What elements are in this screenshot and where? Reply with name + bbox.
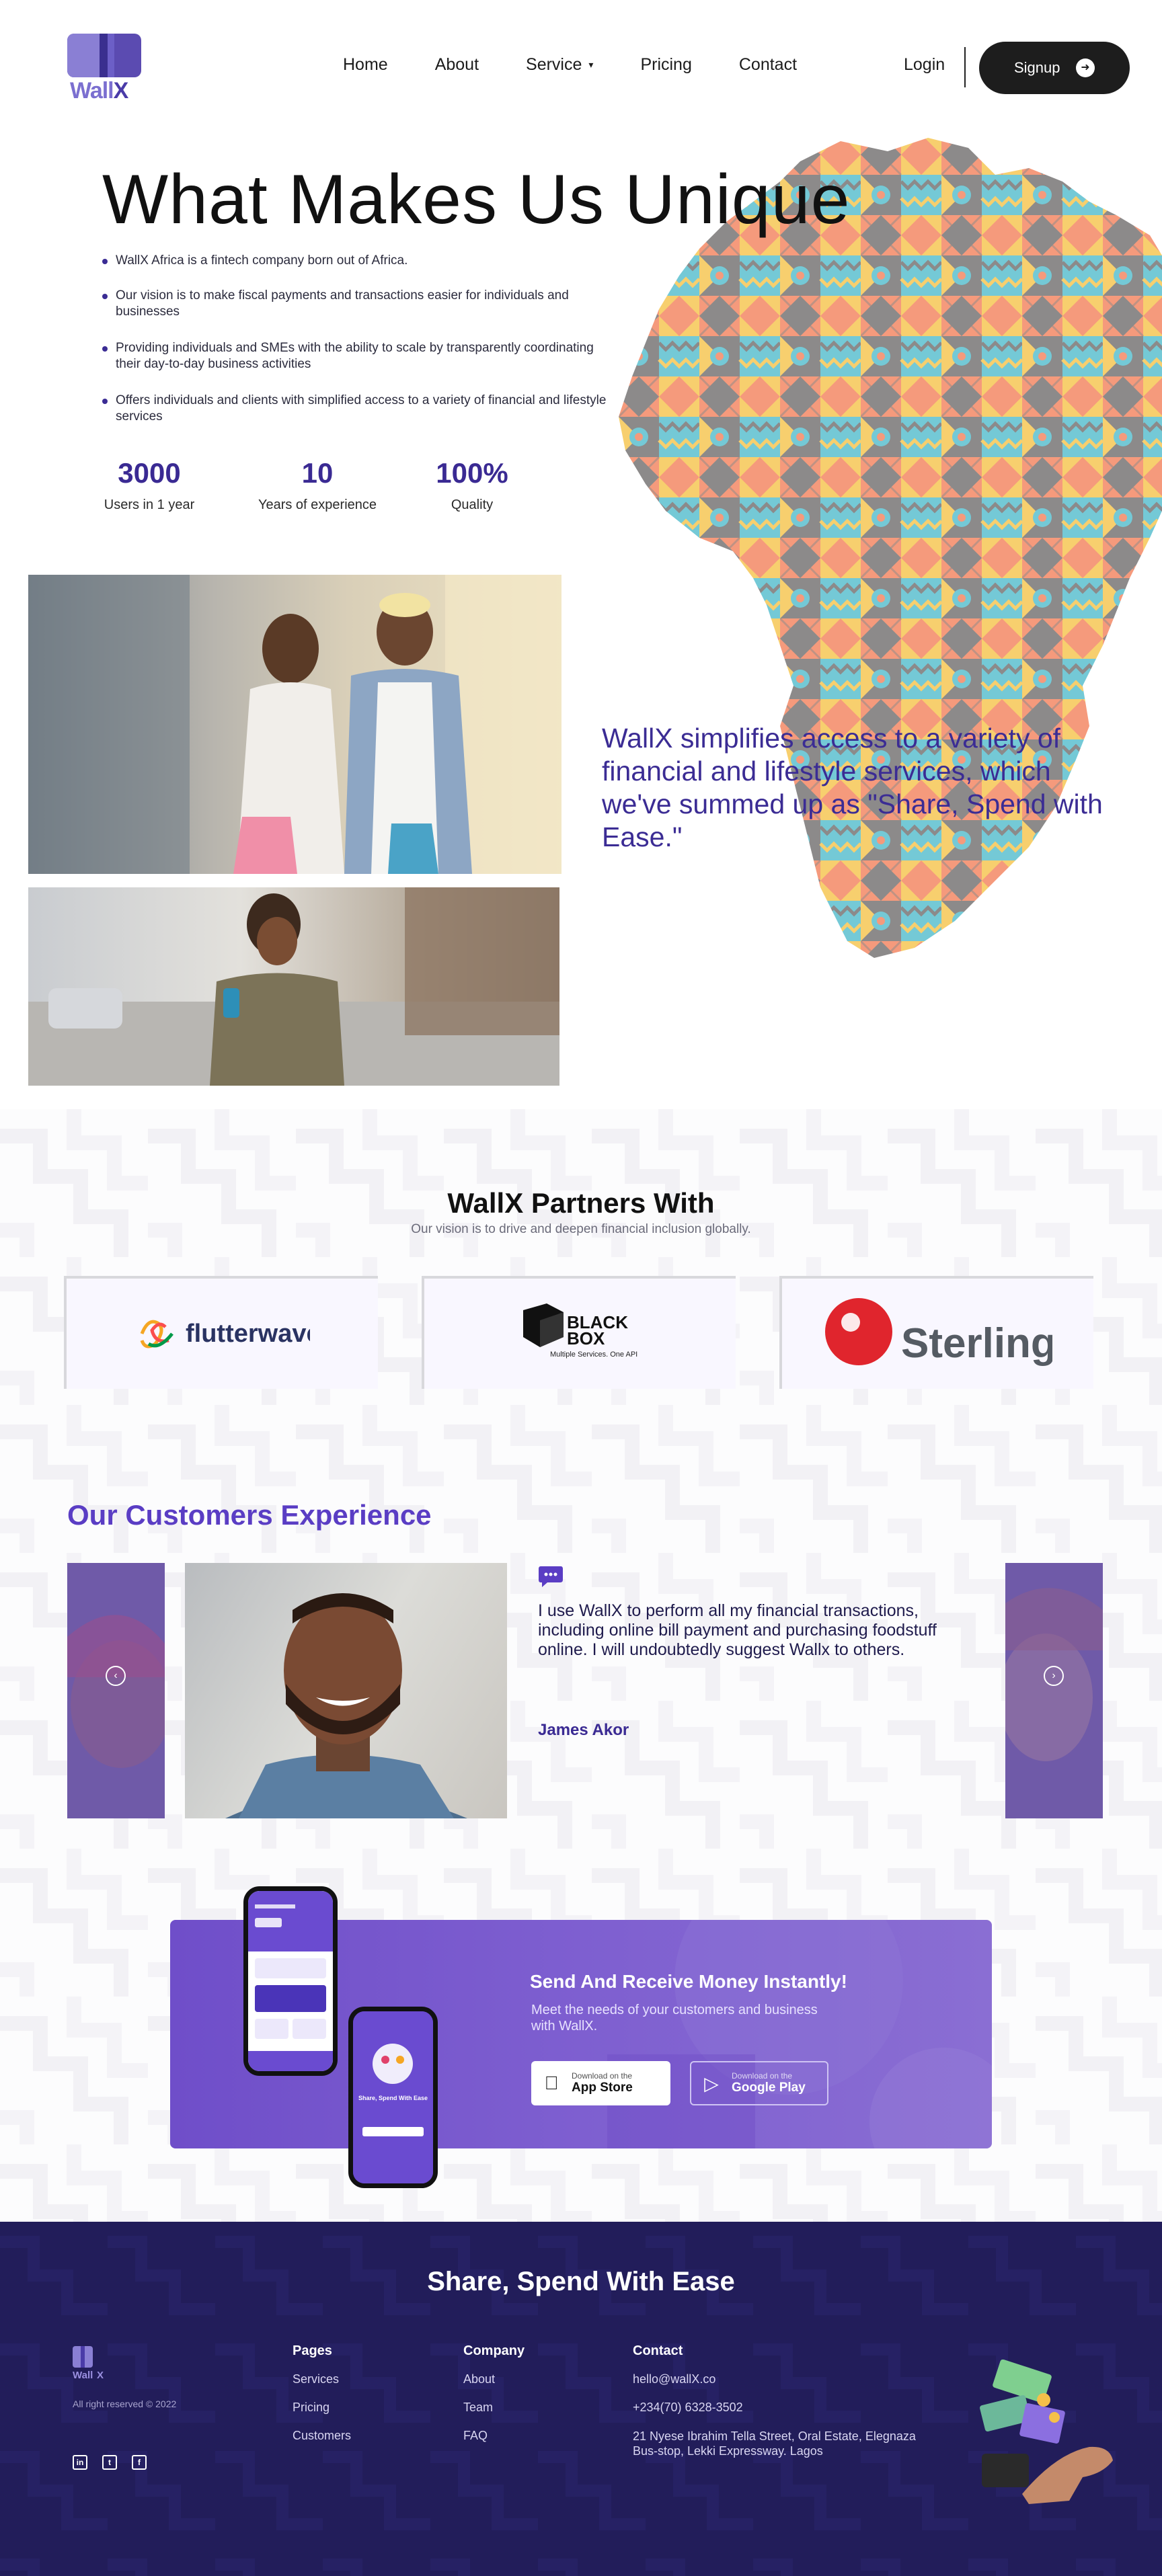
google-play-icon: ▷ (704, 2072, 719, 2094)
nav-contact[interactable]: Contact (739, 55, 797, 75)
sterling-wordmark: Sterling (901, 1320, 1052, 1367)
footer-pages-column: Pages Services Pricing Customers (293, 2343, 351, 2457)
stat-label: Years of experience (258, 497, 377, 512)
flutterwave-wordmark: flutterwave (186, 1320, 310, 1348)
partner-card-blackbox[interactable]: BLACK BOX Multiple Services. One API (422, 1276, 736, 1389)
footer-link-team[interactable]: Team (463, 2401, 525, 2415)
hero-bullet: Our vision is to make fiscal payments an… (102, 288, 613, 320)
couple-shopping-photo (28, 575, 561, 874)
banner-title: Send And Receive Money Instantly! (530, 1971, 847, 1992)
blackbox-tagline: Multiple Services. One API (550, 1351, 637, 1359)
apple-icon:  (531, 2072, 572, 2094)
app-store-button[interactable]:  Download on the App Store (531, 2061, 670, 2105)
hand-money-illustration (980, 2360, 1113, 2504)
twitter-icon[interactable]: t (102, 2455, 117, 2470)
footer-email-link[interactable]: hello@wallX.co (633, 2372, 929, 2386)
partner-card-sterling[interactable]: Sterling (779, 1276, 1093, 1389)
blackbox-logo: BLACK BOX Multiple Services. One API (522, 1303, 637, 1359)
nav-divider (964, 47, 966, 87)
woman-phone-photo (28, 887, 559, 1086)
phone-welcome-text: Share, Spend With Ease (358, 2095, 428, 2101)
partner-card-flutterwave[interactable]: flutterwave (64, 1276, 378, 1389)
copyright-text: All right reserved © 2022 (73, 2399, 177, 2409)
hero-bullet-list: WallX Africa is a fintech company born o… (102, 253, 613, 445)
arrow-right-icon: ➜ (1076, 58, 1095, 77)
stat-quality: 100% Quality (425, 457, 519, 513)
testimonial-author: James Akor (538, 1721, 629, 1739)
hero-title: What Makes Us Unique (102, 161, 851, 239)
hero-bullet: Providing individuals and SMEs with the … (102, 340, 613, 372)
footer-contact-heading: Contact (633, 2343, 683, 2358)
footer-title: Share, Spend With Ease (427, 2267, 735, 2296)
footer-address: 21 Nyese Ibrahim Tella Street, Oral Esta… (633, 2429, 916, 2458)
google-play-button[interactable]: ▷ Download on the Google Play (690, 2061, 828, 2105)
blackbox-word-2: BOX (567, 1328, 605, 1349)
nav-service[interactable]: Service ▾ (526, 55, 593, 75)
footer-link-about[interactable]: About (463, 2372, 525, 2386)
stat-value: 100% (436, 457, 508, 489)
footer-link-services[interactable]: Services (293, 2372, 351, 2386)
googleplay-big-label: Google Play (732, 2081, 806, 2095)
nav-about[interactable]: About (435, 55, 479, 75)
googleplay-small-label: Download on the (732, 2071, 793, 2081)
customer-photo (185, 1563, 507, 1818)
login-link[interactable]: Login (904, 55, 945, 75)
stat-label: Users in 1 year (104, 497, 195, 512)
partners-title: WallX Partners With (447, 1187, 715, 1219)
footer-contact-column: Contact hello@wallX.co +234(70) 6328-350… (633, 2343, 929, 2458)
linkedin-icon[interactable]: in (73, 2455, 87, 2470)
flutterwave-logo: flutterwave (140, 1320, 310, 1349)
testimonial-next-card[interactable] (1005, 1563, 1103, 1818)
signup-button[interactable]: Signup ➜ (979, 42, 1130, 94)
footer-link-faq[interactable]: FAQ (463, 2429, 525, 2443)
carousel-next-icon[interactable]: › (1044, 1666, 1064, 1686)
footer-pages-heading: Pages (293, 2343, 332, 2358)
social-links: in t f (73, 2455, 147, 2470)
partners-subtitle: Our vision is to drive and deepen financ… (411, 1222, 751, 1236)
logo-mark (67, 34, 141, 77)
footer-logo[interactable]: Wall X (73, 2346, 110, 2381)
site-header: WallX Home About Service ▾ Pricing Contac… (0, 0, 1162, 134)
testimonial-quote: I use WallX to perform all my financial … (538, 1601, 937, 1659)
simplify-statement: WallX simplifies access to a variety of … (602, 723, 1103, 852)
logo-text: WallX (70, 78, 128, 104)
footer-company-heading: Company (463, 2343, 525, 2358)
main-nav: Home About Service ▾ Pricing Contact (343, 55, 844, 75)
footer-logo-text: Wall (73, 2370, 93, 2381)
stat-years: 10 Years of experience (250, 457, 385, 513)
footer-link-pricing[interactable]: Pricing (293, 2401, 351, 2415)
caret-down-icon: ▾ (588, 59, 594, 70)
wallx-logo[interactable]: WallX (67, 34, 141, 104)
quote-bubble-icon (539, 1566, 563, 1587)
footer-company-column: Company About Team FAQ (463, 2343, 525, 2457)
stat-users: 3000 Users in 1 year (102, 457, 196, 513)
sterling-logo: Sterling (824, 1298, 1052, 1367)
appstore-big-label: App Store (572, 2081, 633, 2095)
hero-bullet: Offers individuals and clients with simp… (102, 393, 613, 425)
appstore-small-label: Download on the (572, 2071, 633, 2081)
phone-mockup-welcome: Share, Spend With Ease (348, 2007, 438, 2188)
carousel-prev-icon[interactable]: ‹ (106, 1666, 126, 1686)
facebook-icon[interactable]: f (132, 2455, 147, 2470)
nav-home[interactable]: Home (343, 55, 388, 75)
stat-label: Quality (451, 497, 494, 512)
footer-link-customers[interactable]: Customers (293, 2429, 351, 2443)
footer-logo-x: X (97, 2370, 104, 2381)
customers-title: Our Customers Experience (67, 1499, 432, 1531)
banner-subtitle: Meet the needs of your customers and bus… (531, 2003, 818, 2034)
footer-phone-link[interactable]: +234(70) 6328-3502 (633, 2401, 929, 2415)
signup-label: Signup (1014, 59, 1060, 76)
stat-value: 10 (301, 457, 334, 489)
hero-bullet: WallX Africa is a fintech company born o… (102, 253, 613, 269)
stat-value: 3000 (118, 457, 181, 489)
nav-pricing[interactable]: Pricing (640, 55, 691, 75)
nav-service-label: Service (526, 55, 582, 74)
phone-mockup-dashboard (243, 1886, 338, 2076)
testimonial-prev-card[interactable] (67, 1563, 165, 1818)
